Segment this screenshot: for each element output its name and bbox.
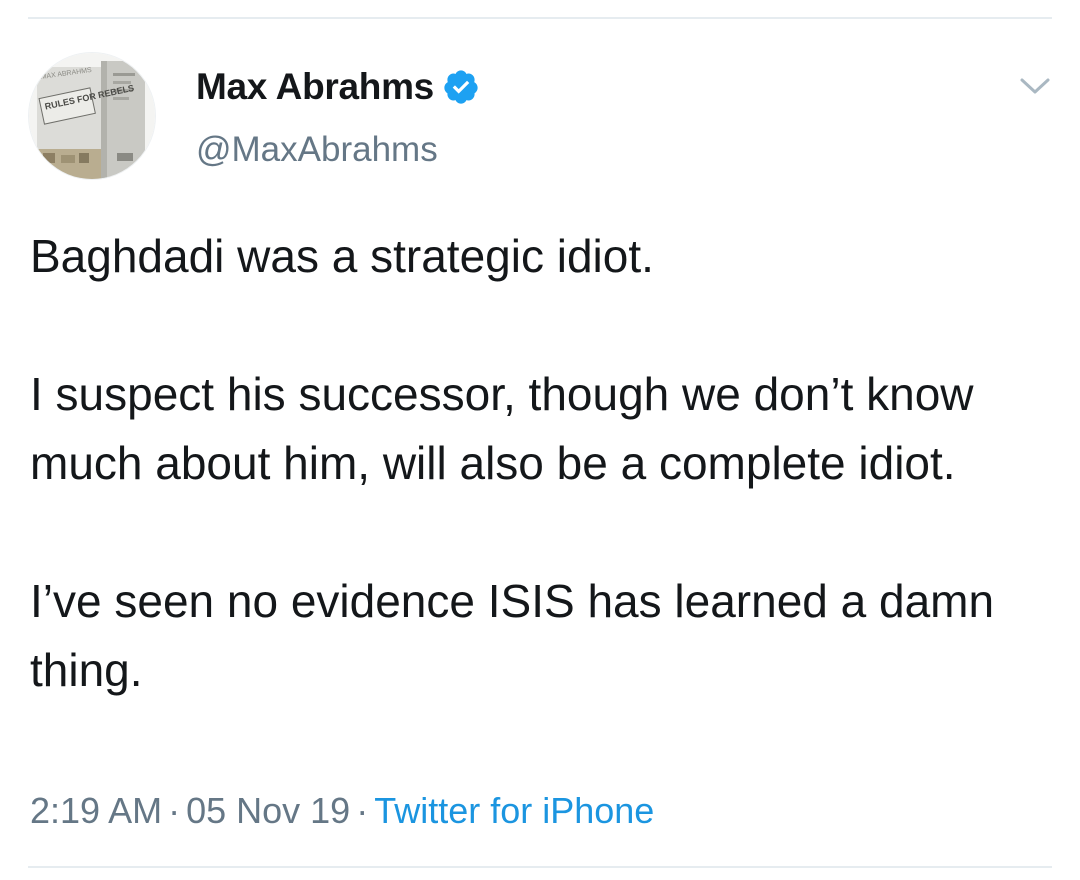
author-name-row[interactable]: Max Abrahms	[196, 66, 480, 108]
tweet-date[interactable]: 05 Nov 19	[186, 790, 350, 831]
tweet-time[interactable]: 2:19 AM	[30, 790, 162, 831]
meta-separator: ·	[168, 790, 181, 831]
meta-separator: ·	[356, 790, 369, 831]
author-handle[interactable]: @MaxAbrahms	[196, 130, 438, 170]
avatar[interactable]: MAX ABRAHMS RULES FOR REBELS	[28, 52, 156, 180]
book-cover-avatar-icon: MAX ABRAHMS RULES FOR REBELS	[29, 53, 155, 179]
tweet-meta: 2:19 AM · 05 Nov 19 · Twitter for iPhone	[30, 790, 654, 832]
tweet-text: Baghdadi was a strategic idiot. I suspec…	[30, 230, 995, 696]
display-name[interactable]: Max Abrahms	[196, 66, 434, 108]
verified-badge-icon	[444, 70, 478, 104]
bottom-divider	[28, 866, 1052, 868]
chevron-down-icon[interactable]	[1018, 74, 1052, 98]
tweet-source-link[interactable]: Twitter for iPhone	[374, 790, 654, 831]
top-divider	[28, 17, 1052, 19]
